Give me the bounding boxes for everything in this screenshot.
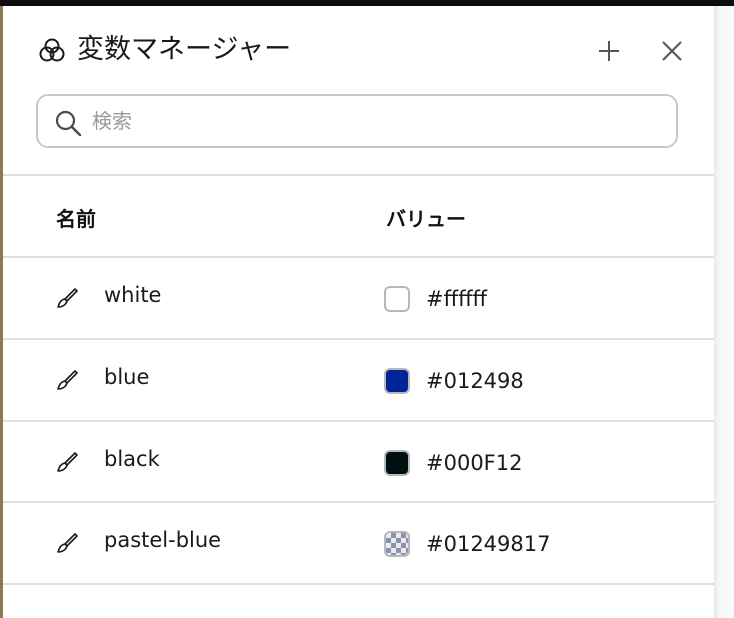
header-divider: [3, 174, 714, 176]
close-icon: [662, 41, 682, 61]
table-row[interactable]: white #ffffff: [3, 258, 714, 338]
variable-name: white: [104, 283, 162, 307]
brush-icon: [57, 288, 78, 308]
panel-header: 変数マネージャー: [3, 6, 714, 86]
plus-icon: [599, 41, 619, 61]
color-swatch[interactable]: [384, 450, 410, 476]
table-row[interactable]: pastel-blue #01249817: [3, 503, 714, 583]
variable-manager-panel: 変数マネージャー 名前 バリュー white: [3, 6, 714, 618]
panel-title: 変数マネージャー: [77, 34, 292, 65]
brush-icon: [57, 533, 78, 553]
column-header-name: 名前: [56, 207, 96, 231]
row-divider: [3, 583, 714, 585]
column-header-value: バリュー: [386, 207, 466, 231]
search-input[interactable]: [92, 102, 662, 140]
brush-icon: [57, 452, 78, 472]
add-variable-button[interactable]: [592, 34, 626, 68]
table-row[interactable]: black #000F12: [3, 422, 714, 502]
search-icon: [55, 110, 82, 137]
color-swatch-transparent[interactable]: [384, 531, 410, 557]
variable-name: blue: [104, 365, 150, 389]
variable-value: #012498: [426, 369, 524, 393]
variables-icon: [39, 38, 65, 62]
variable-name: black: [104, 447, 160, 471]
variable-name: pastel-blue: [104, 528, 222, 552]
table-row[interactable]: blue #012498: [3, 340, 714, 420]
search-box: [36, 94, 678, 148]
close-button[interactable]: [655, 34, 689, 68]
color-swatch[interactable]: [384, 368, 410, 394]
variable-value: #01249817: [426, 532, 551, 556]
brush-icon: [57, 370, 78, 390]
panel-shadow: [714, 6, 734, 618]
variable-value: #ffffff: [426, 287, 488, 311]
variable-value: #000F12: [426, 451, 523, 475]
color-swatch[interactable]: [384, 286, 410, 312]
